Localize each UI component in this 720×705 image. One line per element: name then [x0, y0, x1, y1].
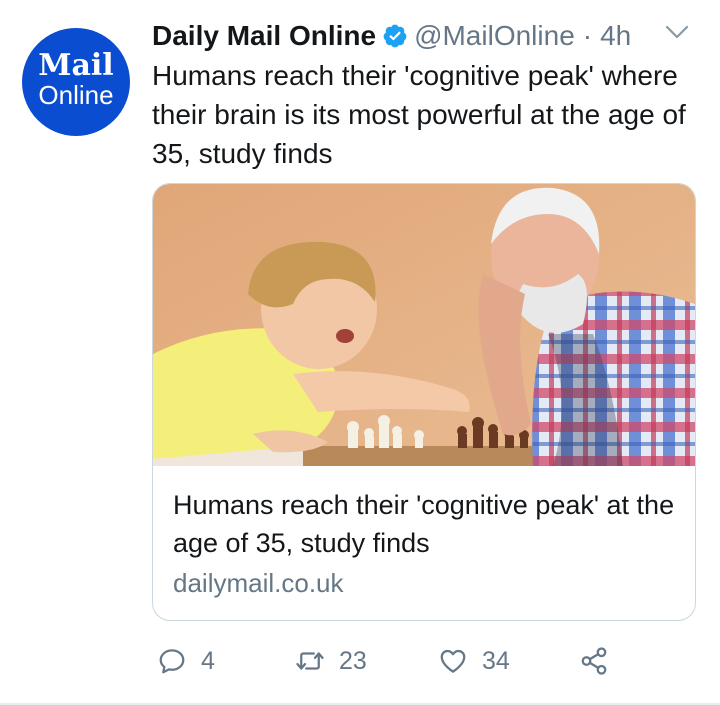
avatar-logo-subtext: Online: [38, 80, 114, 110]
heart-icon: [440, 649, 466, 673]
card-title[interactable]: Humans reach their 'cognitive peak' at t…: [173, 486, 683, 562]
retweet-button[interactable]: 23: [295, 643, 367, 679]
retweet-icon: [296, 652, 324, 670]
tweet-timestamp[interactable]: 4h: [600, 20, 631, 52]
card-domain[interactable]: dailymail.co.uk: [173, 564, 683, 602]
reply-button[interactable]: 4: [157, 643, 215, 679]
author-name[interactable]: Daily Mail Online: [152, 20, 376, 52]
verified-badge-icon: [383, 24, 407, 48]
share-button[interactable]: [579, 643, 609, 679]
tweet-header: Daily Mail Online @MailOnline · 4h: [152, 16, 702, 56]
avatar-logo-text: Mail: [38, 48, 114, 83]
like-count: 34: [482, 646, 510, 675]
tweet-actions: 4 23 34: [157, 643, 677, 683]
comment-icon: [159, 649, 185, 674]
reply-count: 4: [201, 646, 215, 675]
card-image[interactable]: [153, 184, 695, 466]
retweet-count: 23: [339, 646, 367, 675]
card-body: Humans reach their 'cognitive peak' at t…: [173, 486, 683, 602]
author-handle[interactable]: @MailOnline: [414, 20, 575, 52]
like-button[interactable]: 34: [438, 643, 510, 679]
separator-dot: ·: [582, 20, 593, 51]
share-icon: [581, 647, 607, 675]
avatar[interactable]: Mail Online: [22, 28, 130, 136]
chevron-down-icon[interactable]: [664, 22, 690, 42]
tweet-text: Humans reach their 'cognitive peak' wher…: [152, 60, 686, 169]
link-card[interactable]: Humans reach their 'cognitive peak' at t…: [152, 183, 696, 621]
